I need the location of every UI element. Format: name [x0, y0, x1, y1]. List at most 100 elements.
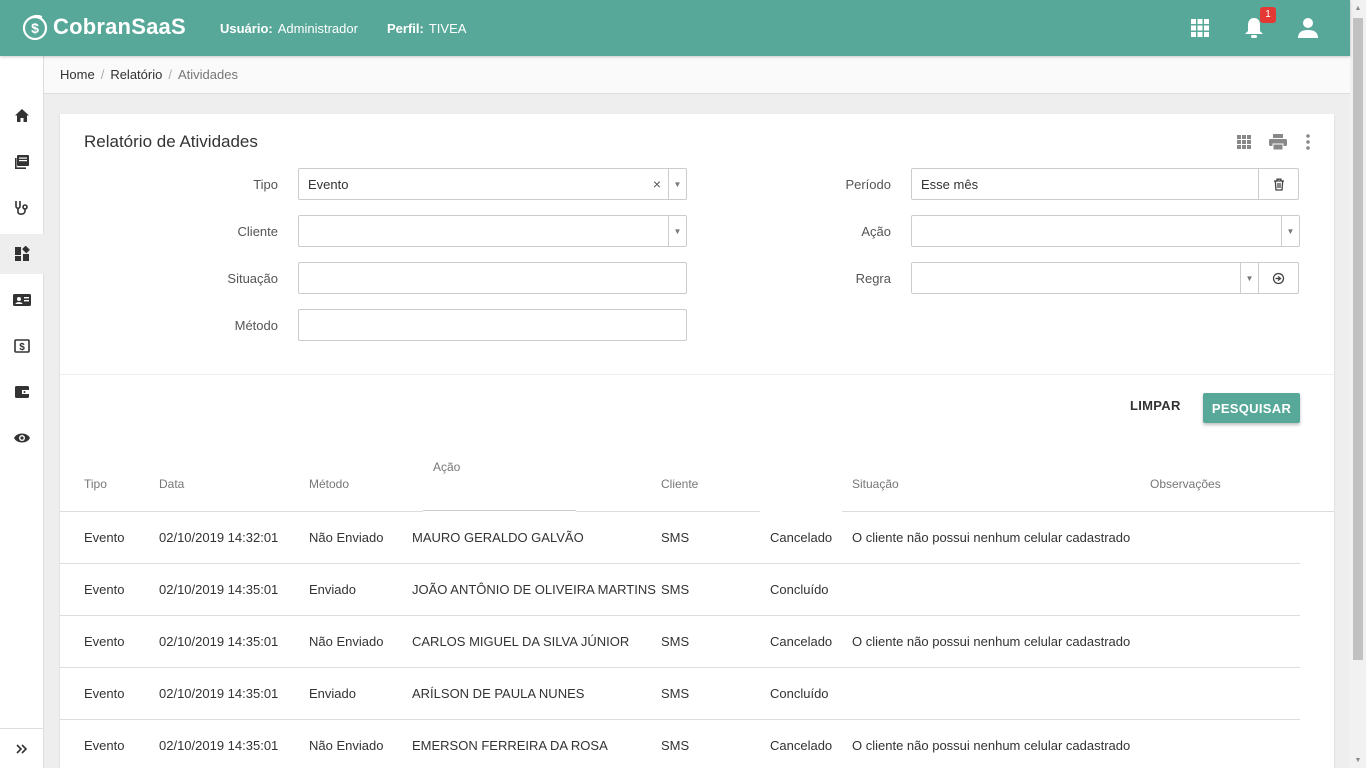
metodo-input[interactable]: [298, 309, 687, 341]
clear-button[interactable]: LIMPAR: [1130, 398, 1181, 418]
situacao-input[interactable]: [298, 262, 687, 294]
dropdown-caret-icon[interactable]: ▼: [1240, 263, 1258, 293]
column-header-metodo[interactable]: Método: [309, 477, 349, 491]
dropdown-caret-icon[interactable]: ▼: [1281, 216, 1299, 246]
cliente-select[interactable]: ▼: [298, 215, 687, 247]
sidebar-item-monitor[interactable]: [0, 418, 44, 458]
column-header-tipo[interactable]: Tipo: [84, 477, 107, 491]
table-row[interactable]: Evento 02/10/2019 14:35:01 Não Enviado C…: [60, 616, 1300, 668]
regra-action-button[interactable]: [1258, 263, 1298, 293]
tipo-value: Evento: [308, 176, 349, 192]
svg-text:$: $: [31, 20, 39, 36]
home-icon: [15, 109, 29, 122]
tipo-label: Tipo: [253, 177, 278, 192]
sidebar-item-contacts[interactable]: [0, 280, 44, 320]
cell-tipo: Evento: [84, 582, 125, 597]
cell-metodo: Não Enviado: [309, 738, 384, 753]
profile-label: Perfil:: [387, 21, 424, 36]
search-button[interactable]: PESQUISAR: [1203, 393, 1300, 423]
page-scrollbar[interactable]: ▲ ▼: [1350, 0, 1366, 768]
periodo-value: Esse mês: [921, 176, 979, 192]
brand-logo[interactable]: $ CobranSaaS: [20, 12, 186, 42]
top-bar: $ CobranSaaS Usuário: Administrador Perfi…: [0, 0, 1350, 56]
cliente-label: Cliente: [237, 224, 278, 239]
cell-situacao: Concluído: [770, 582, 829, 597]
cell-acao: EMERSON FERREIRA DA ROSA: [412, 738, 608, 753]
stethoscope-icon: [15, 201, 28, 215]
columns-grid-button[interactable]: [1234, 132, 1254, 152]
page-title: Relatório de Atividades: [84, 132, 258, 151]
scroll-down-arrow-icon[interactable]: ▼: [1350, 752, 1366, 768]
column-header-data[interactable]: Data: [159, 477, 184, 491]
scroll-thumb[interactable]: [1353, 18, 1363, 660]
sidebar-item-books[interactable]: [0, 142, 44, 182]
printer-icon: [1269, 134, 1287, 150]
cell-situacao: Cancelado: [770, 738, 833, 753]
cell-data: 02/10/2019 14:35:01: [159, 582, 279, 597]
profile-info: Perfil: TIVEA: [387, 21, 466, 36]
periodo-input[interactable]: Esse mês: [911, 168, 1299, 200]
cell-metodo: Não Enviado: [309, 530, 384, 545]
print-button[interactable]: [1268, 132, 1288, 152]
column-header-situacao[interactable]: Situação: [852, 477, 899, 491]
breadcrumb-atividades: Atividades: [177, 67, 238, 82]
column-header-cliente[interactable]: Cliente: [661, 477, 698, 491]
cell-metodo: Enviado: [309, 686, 356, 701]
cell-observacoes: O cliente não possui nenhum celular cada…: [852, 634, 1131, 649]
tipo-select[interactable]: Evento × ▼: [298, 168, 687, 200]
apps-grid-icon[interactable]: [1188, 16, 1212, 40]
profile-value: TIVEA: [428, 21, 467, 36]
sidebar-item-health[interactable]: [0, 188, 44, 228]
cell-data: 02/10/2019 14:35:01: [159, 686, 279, 701]
column-header-acao[interactable]: Ação: [433, 460, 460, 474]
situacao-label: Situação: [227, 271, 278, 286]
sidebar-item-billing[interactable]: $: [0, 326, 44, 366]
brand-name: CobranSaaS: [53, 14, 186, 39]
sidebar-item-wallet[interactable]: [0, 372, 44, 412]
clear-selection-icon[interactable]: ×: [646, 176, 668, 192]
breadcrumb-relatorio[interactable]: Relatório: [110, 67, 162, 82]
acao-select[interactable]: ▼: [911, 215, 1300, 247]
breadcrumb-separator: /: [100, 67, 105, 82]
user-label: Usuário:: [220, 21, 273, 36]
metodo-label: Método: [234, 318, 278, 333]
cell-cliente: SMS: [661, 738, 690, 753]
dashboard-icon: [15, 246, 30, 261]
sidebar-item-home[interactable]: [0, 96, 44, 136]
more-options-button[interactable]: [1298, 132, 1318, 152]
cell-tipo: Evento: [84, 530, 125, 545]
table-row[interactable]: Evento 02/10/2019 14:32:01 Não Enviado M…: [60, 512, 1300, 564]
cell-acao: JOÃO ANTÔNIO DE OLIVEIRA MARTINS: [412, 582, 656, 597]
dropdown-caret-icon[interactable]: ▼: [668, 169, 686, 199]
user-value: Administrador: [277, 21, 358, 36]
cell-situacao: Concluído: [770, 686, 829, 701]
clear-period-button[interactable]: [1258, 169, 1298, 199]
cell-situacao: Cancelado: [770, 634, 833, 649]
cell-data: 02/10/2019 14:35:01: [159, 738, 279, 753]
money-icon: $: [14, 339, 30, 353]
column-header-observacoes[interactable]: Observações: [1150, 477, 1221, 491]
acao-label: Ação: [861, 224, 891, 239]
cell-metodo: Enviado: [309, 582, 356, 597]
table-row[interactable]: Evento 02/10/2019 14:35:01 Enviado ARÍLS…: [60, 668, 1300, 720]
column-header-acao-underline: [423, 510, 576, 511]
user-info: Usuário: Administrador: [220, 21, 358, 36]
sidebar: $: [0, 56, 44, 768]
cell-situacao: Cancelado: [770, 530, 833, 545]
regra-select[interactable]: ▼: [911, 262, 1299, 294]
notifications-bell-icon[interactable]: 1: [1242, 7, 1276, 40]
filters-divider: [60, 374, 1334, 375]
dropdown-caret-icon[interactable]: ▼: [668, 216, 686, 246]
breadcrumb-home[interactable]: Home: [60, 67, 95, 82]
table-row[interactable]: Evento 02/10/2019 14:35:01 Não Enviado E…: [60, 720, 1300, 768]
cell-metodo: Não Enviado: [309, 634, 384, 649]
cell-tipo: Evento: [84, 686, 125, 701]
contact-card-icon: [13, 294, 31, 306]
sidebar-item-dashboard[interactable]: [0, 234, 44, 274]
grid-icon: [1237, 135, 1251, 149]
cell-observacoes: O cliente não possui nenhum celular cada…: [852, 530, 1131, 545]
scroll-up-arrow-icon[interactable]: ▲: [1350, 0, 1366, 16]
sidebar-expand-button[interactable]: [0, 728, 44, 768]
table-row[interactable]: Evento 02/10/2019 14:35:01 Enviado JOÃO …: [60, 564, 1300, 616]
user-account-icon[interactable]: [1296, 16, 1320, 40]
